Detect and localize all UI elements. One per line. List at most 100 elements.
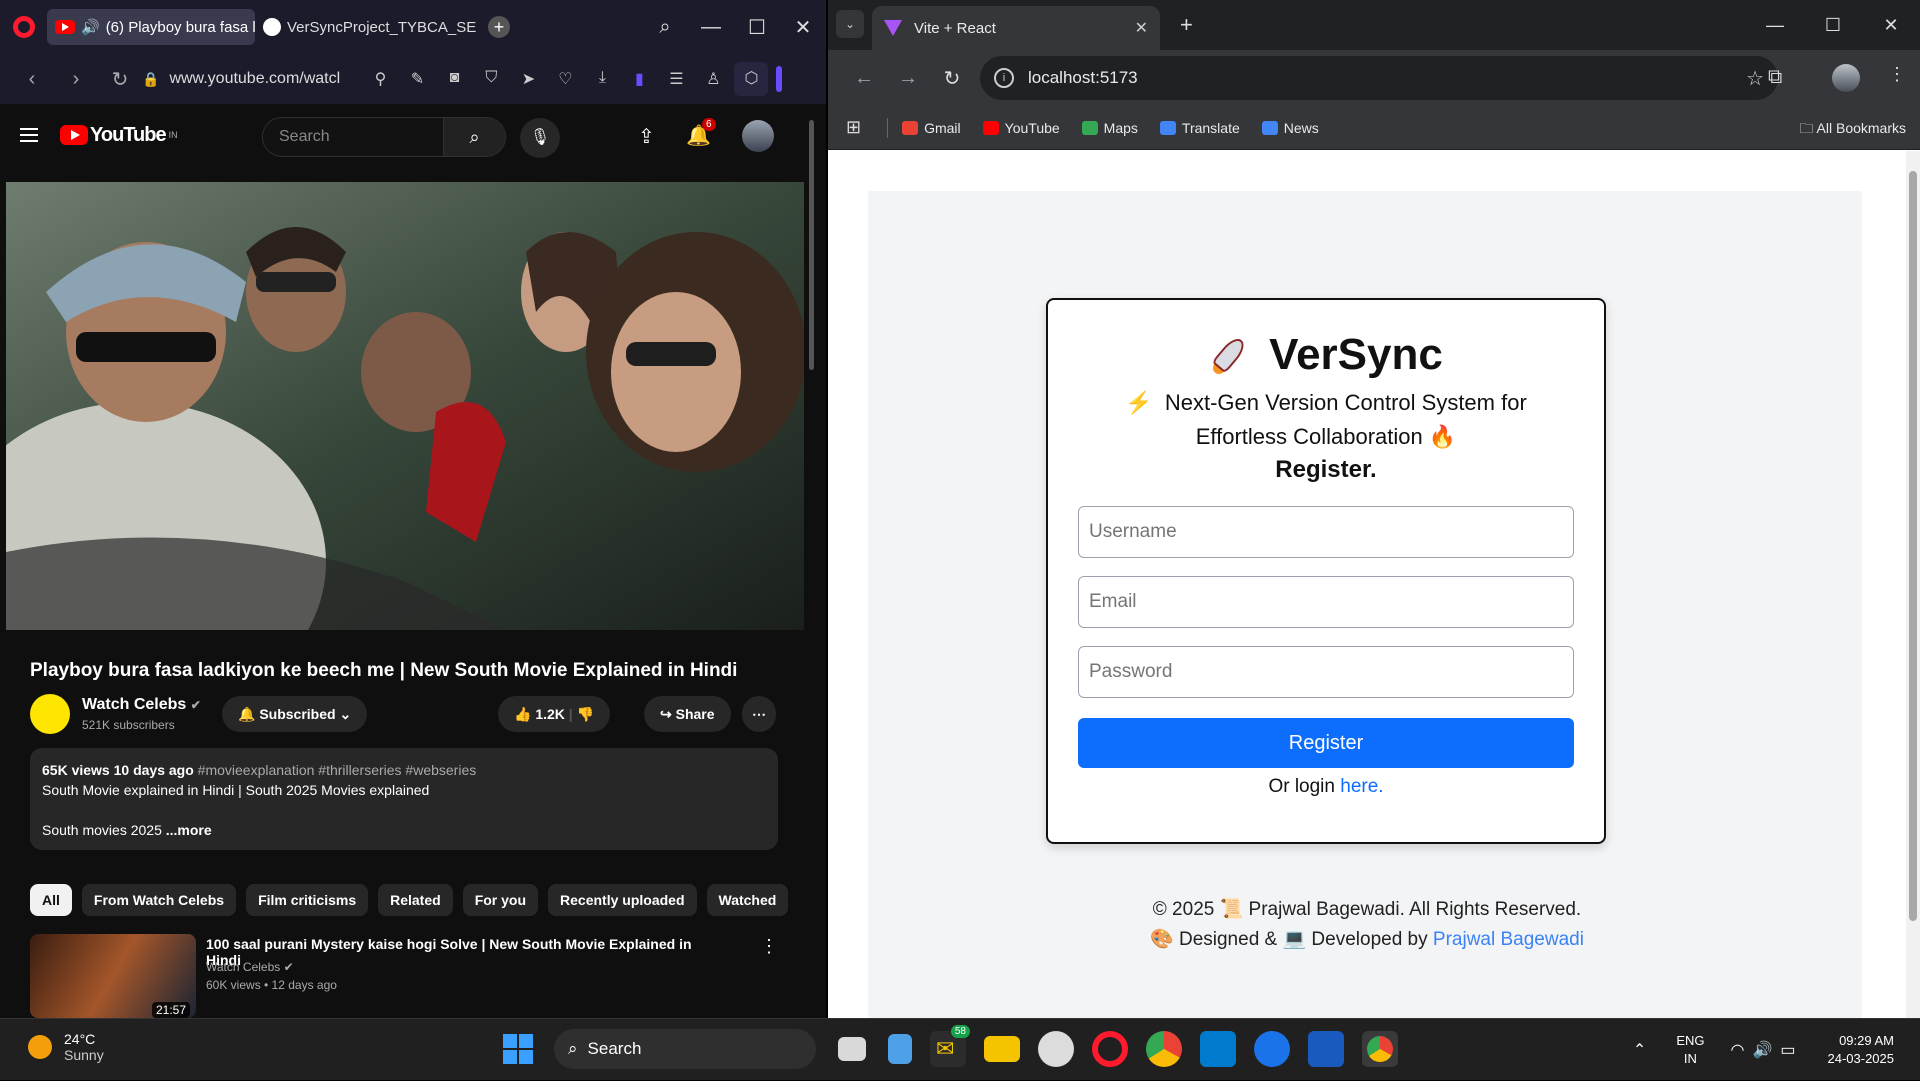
tab-github[interactable]: VerSyncProject_TYBCA_SE: [255, 9, 480, 45]
tab-youtube[interactable]: 🔊 (6) Playboy bura fasa l: [47, 9, 255, 45]
minimize-button[interactable]: —: [688, 16, 734, 39]
battery-icon[interactable]: ▮: [628, 69, 650, 89]
like-button[interactable]: 👍 1.2K | 👎: [498, 696, 611, 732]
chrome-icon[interactable]: [1146, 1031, 1182, 1067]
more-vert-icon[interactable]: ⋮: [760, 936, 778, 957]
recommended-video[interactable]: 21:57 100 saal purani Mystery kaise hogi…: [30, 934, 790, 1018]
back-button[interactable]: ←: [842, 67, 886, 90]
back-button[interactable]: ‹: [10, 68, 54, 91]
taskbar-search[interactable]: ⌕ Search: [554, 1029, 816, 1069]
chip-watched[interactable]: Watched: [706, 884, 789, 916]
download-icon[interactable]: ⤓: [591, 69, 613, 89]
chip-film-criticisms[interactable]: Film criticisms: [246, 884, 369, 916]
maximize-button[interactable]: ☐: [734, 15, 780, 40]
chip-for-you[interactable]: For you: [462, 884, 539, 916]
channel-avatar[interactable]: [30, 694, 70, 734]
apps-grid-icon[interactable]: ⊞: [846, 117, 861, 138]
close-button[interactable]: ✕: [1862, 15, 1920, 36]
more-actions-button[interactable]: ⋯: [742, 696, 776, 732]
login-link[interactable]: here.: [1340, 776, 1383, 797]
upload-icon[interactable]: ⇪: [638, 124, 655, 149]
tab-vite-react[interactable]: Vite + React ✕: [872, 6, 1160, 50]
file-explorer-icon[interactable]: [984, 1036, 1020, 1062]
minimize-button[interactable]: —: [1746, 15, 1804, 36]
zoom-icon[interactable]: ⚲: [369, 69, 391, 89]
weather-widget[interactable]: 24°C Sunny: [28, 1031, 104, 1063]
email-field[interactable]: [1078, 576, 1574, 628]
forward-button[interactable]: ›: [54, 68, 98, 91]
url-field[interactable]: www.youtube.com/watcl: [169, 70, 349, 88]
chevron-up-icon[interactable]: ⌃: [1633, 1040, 1646, 1060]
extensions-icon[interactable]: ⬡: [734, 62, 769, 96]
new-tab-button[interactable]: +: [1180, 12, 1193, 38]
bookmark-news[interactable]: News: [1261, 120, 1319, 136]
app-store-icon[interactable]: [1254, 1031, 1290, 1067]
channel-name[interactable]: Watch Celebs ✔: [82, 696, 201, 714]
page-scrollbar[interactable]: [1906, 151, 1920, 1018]
recommended-channel[interactable]: Watch Celebs ✔: [206, 960, 294, 974]
edit-icon[interactable]: ✎: [406, 69, 428, 89]
vscode-icon[interactable]: [1200, 1031, 1236, 1067]
hashtags[interactable]: #movieexplanation #thrillerseries #webse…: [198, 762, 477, 778]
opera-icon[interactable]: [1092, 1031, 1128, 1067]
menu-icon[interactable]: [20, 128, 38, 142]
password-field[interactable]: [1078, 646, 1574, 698]
video-player[interactable]: [6, 182, 804, 630]
opera-logo-icon[interactable]: [13, 16, 35, 38]
microphone-icon[interactable]: 🎙: [520, 118, 560, 158]
task-view-icon[interactable]: [838, 1037, 866, 1061]
subscribed-button[interactable]: 🔔 Subscribed ⌄: [222, 696, 368, 732]
chip-from-channel[interactable]: From Watch Celebs: [81, 884, 237, 916]
video-thumbnail[interactable]: 21:57: [30, 934, 196, 1018]
easy-setup-icon[interactable]: ☰: [665, 69, 687, 89]
reload-button[interactable]: ↻: [98, 67, 142, 92]
more-link[interactable]: ...more: [166, 822, 212, 838]
heart-icon[interactable]: ♡: [554, 69, 576, 89]
clock[interactable]: 09:29 AM 24-03-2025: [1828, 1032, 1895, 1068]
new-tab-button[interactable]: +: [488, 16, 510, 38]
scrollbar-thumb[interactable]: [809, 120, 814, 370]
chip-recently-uploaded[interactable]: Recently uploaded: [548, 884, 697, 916]
shield-icon[interactable]: ⛉: [480, 69, 502, 89]
menu-icon[interactable]: ⋮: [1888, 64, 1906, 85]
chip-related[interactable]: Related: [378, 884, 453, 916]
maximize-button[interactable]: ☐: [1804, 15, 1862, 36]
register-button[interactable]: Register: [1078, 718, 1574, 768]
omnibox[interactable]: i localhost:5173 ☆: [980, 56, 1778, 100]
camera-icon[interactable]: ◙: [443, 69, 465, 89]
wifi-volume-battery-icons[interactable]: ◠🔊▭: [1731, 1040, 1804, 1060]
bookmark-translate[interactable]: Translate: [1159, 120, 1240, 136]
reload-button[interactable]: ↻: [930, 66, 974, 91]
bookmark-youtube[interactable]: YouTube: [982, 120, 1060, 136]
word-icon[interactable]: [1308, 1031, 1344, 1067]
language-indicator[interactable]: ENG IN: [1676, 1032, 1704, 1068]
avatar[interactable]: [742, 120, 774, 152]
all-bookmarks[interactable]: 🗀 All Bookmarks: [1799, 118, 1906, 142]
search-icon[interactable]: ⌕: [443, 118, 505, 156]
bookmark-star-icon[interactable]: ☆: [1746, 66, 1764, 91]
close-button[interactable]: ✕: [780, 15, 826, 40]
description-box[interactable]: 65K views 10 days ago #movieexplanation …: [30, 748, 778, 850]
chat-icon[interactable]: ✉ 58: [930, 1025, 970, 1067]
notepad-icon[interactable]: [888, 1034, 912, 1064]
author-link[interactable]: Prajwal Bagewadi: [1433, 929, 1584, 950]
thumbs-down-icon[interactable]: 👎: [577, 706, 594, 722]
search-input[interactable]: Search: [263, 118, 443, 156]
bookmark-gmail[interactable]: Gmail: [902, 120, 961, 136]
speaker-icon[interactable]: 🔊: [81, 18, 100, 36]
forward-button[interactable]: →: [886, 67, 930, 90]
clock-app-icon[interactable]: [1038, 1031, 1074, 1067]
close-tab-icon[interactable]: ✕: [1135, 18, 1148, 38]
start-icon[interactable]: [500, 1031, 536, 1067]
youtube-logo[interactable]: YouTube IN: [60, 124, 178, 147]
share-button[interactable]: ↪ Share: [644, 696, 731, 732]
bookmark-maps[interactable]: Maps: [1081, 120, 1138, 136]
extensions-icon[interactable]: ⧉: [1768, 66, 1782, 89]
profile-icon[interactable]: ♙: [702, 69, 724, 89]
page-scrollbar[interactable]: [808, 112, 816, 1018]
avatar[interactable]: [1832, 64, 1860, 92]
chip-all[interactable]: All: [30, 884, 72, 916]
username-field[interactable]: [1078, 506, 1574, 558]
search-tabs-icon[interactable]: ⌕: [642, 16, 688, 39]
site-info-icon[interactable]: i: [994, 68, 1014, 88]
